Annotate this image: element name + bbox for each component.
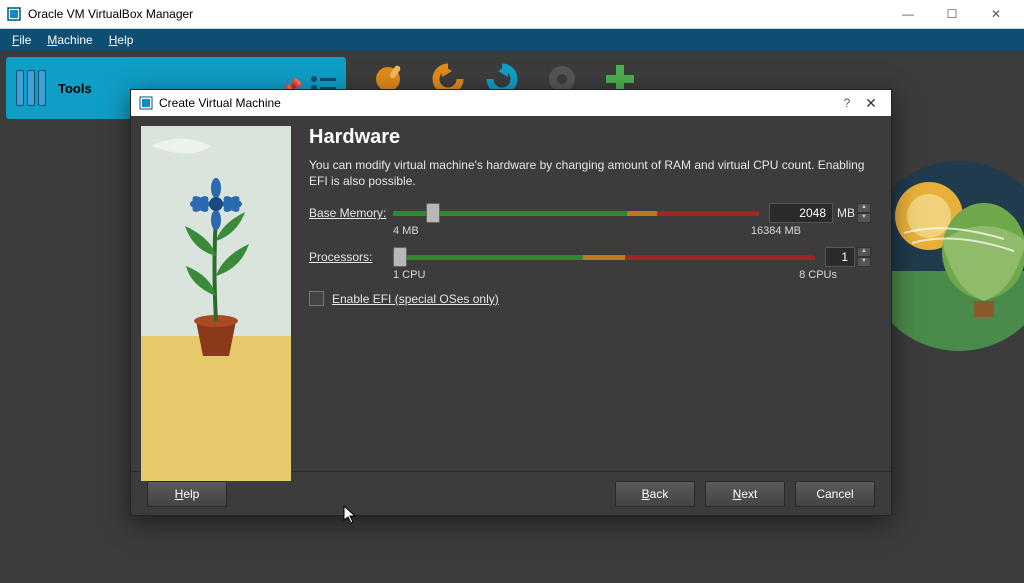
main-area: Tools 📌 [0, 51, 1024, 583]
efi-checkbox[interactable] [309, 291, 324, 306]
minimize-button[interactable]: — [886, 0, 930, 28]
maximize-button[interactable]: ☐ [930, 0, 974, 28]
menubar: File Machine Help [0, 29, 1024, 51]
memory-slider[interactable] [393, 203, 759, 223]
help-button[interactable]: Help [147, 481, 227, 507]
window-title: Oracle VM VirtualBox Manager [28, 7, 193, 21]
memory-row: Base Memory: 2048 MB ▲▼ [309, 203, 871, 223]
dialog-titlebar: Create Virtual Machine ? ✕ [131, 90, 891, 116]
create-vm-dialog: Create Virtual Machine ? ✕ [130, 89, 892, 516]
dialog-content: Hardware You can modify virtual machine'… [291, 116, 891, 471]
close-button[interactable]: ✕ [974, 0, 1018, 28]
cpu-stepper[interactable]: ▲▼ [857, 247, 871, 267]
main-window-titlebar: Oracle VM VirtualBox Manager — ☐ ✕ [0, 0, 1024, 29]
virtualbox-icon [6, 6, 22, 22]
tools-label: Tools [58, 81, 92, 96]
close-icon[interactable]: ✕ [859, 95, 883, 112]
memory-spinbox[interactable]: 2048 MB ▲▼ [769, 203, 871, 223]
efi-label: Enable EFI (special OSes only) [332, 292, 499, 306]
virtualbox-icon [139, 96, 153, 110]
cancel-button[interactable]: Cancel [795, 481, 875, 507]
menu-help[interactable]: Help [109, 33, 134, 47]
cpu-value[interactable]: 1 [825, 247, 855, 267]
dialog-title: Create Virtual Machine [159, 96, 281, 110]
menu-machine[interactable]: Machine [47, 33, 92, 47]
help-icon[interactable]: ? [835, 96, 859, 110]
memory-label: Base Memory: [309, 206, 393, 220]
memory-ticks: 4 MB 16384 MB [393, 225, 871, 237]
cpu-row: Processors: 1 ▲▼ [309, 247, 871, 267]
tools-icon [16, 70, 46, 106]
cpu-ticks: 1 CPU 8 CPUs [393, 269, 871, 281]
memory-value[interactable]: 2048 [769, 203, 833, 223]
cpu-slider[interactable] [393, 247, 815, 267]
memory-stepper[interactable]: ▲▼ [857, 203, 871, 223]
wizard-illustration [141, 126, 291, 481]
cpu-label: Processors: [309, 250, 393, 264]
menu-file[interactable]: File [12, 33, 31, 47]
page-heading: Hardware [309, 126, 871, 149]
back-button[interactable]: Back [615, 481, 695, 507]
cpu-spinbox[interactable]: 1 ▲▼ [825, 247, 871, 267]
next-button[interactable]: Next [705, 481, 785, 507]
page-description: You can modify virtual machine's hardwar… [309, 157, 871, 189]
efi-checkbox-row[interactable]: Enable EFI (special OSes only) [309, 291, 871, 306]
